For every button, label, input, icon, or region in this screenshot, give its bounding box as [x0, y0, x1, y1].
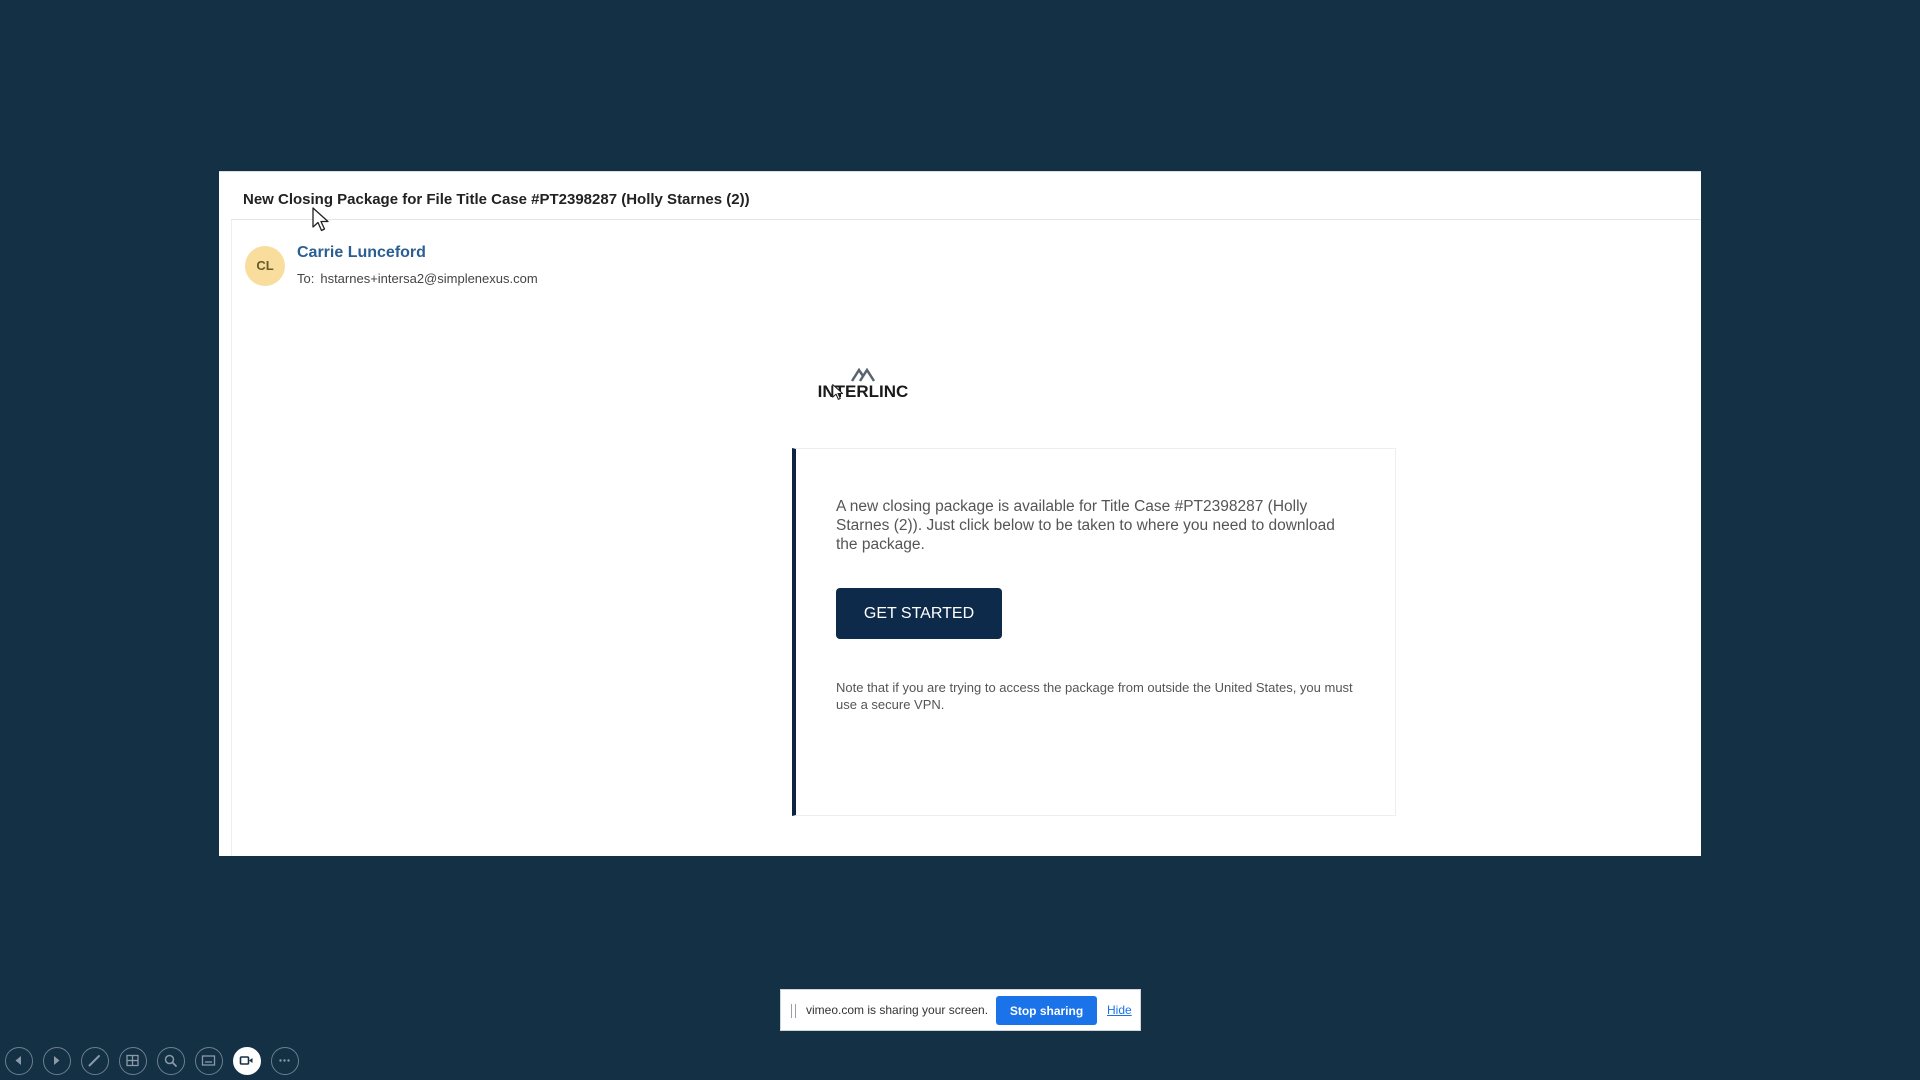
- to-label: To:: [297, 271, 315, 286]
- subject-bar: New Closing Package for File Title Case …: [231, 172, 1701, 220]
- get-started-button[interactable]: GET STARTED: [836, 588, 1002, 639]
- slides-grid-button[interactable]: [119, 1047, 147, 1075]
- email-window: New Closing Package for File Title Case …: [219, 171, 1701, 856]
- camera-button[interactable]: [233, 1047, 261, 1075]
- recipient-address: hstarnes+intersa2@simplenexus.com: [320, 271, 538, 286]
- screen-share-bar: vimeo.com is sharing your screen. Stop s…: [780, 989, 1141, 1031]
- share-message: vimeo.com is sharing your screen.: [806, 1003, 989, 1017]
- slides-grid-icon: [126, 1054, 139, 1067]
- next-button[interactable]: [43, 1047, 71, 1075]
- previous-icon: [15, 1056, 21, 1065]
- drag-handle-icon[interactable]: [791, 1004, 797, 1018]
- hide-link[interactable]: Hide: [1107, 1003, 1132, 1017]
- previous-button[interactable]: [5, 1047, 33, 1075]
- camera-icon: [239, 1056, 253, 1065]
- sender-name[interactable]: Carrie Lunceford: [297, 244, 426, 262]
- divider: [231, 220, 232, 856]
- subtitles-icon: [201, 1055, 216, 1066]
- email-subject: New Closing Package for File Title Case …: [243, 191, 750, 208]
- subtitles-button[interactable]: [195, 1047, 223, 1075]
- zoom-icon: [164, 1054, 177, 1067]
- mountain-peaks-icon: [850, 368, 876, 382]
- presentation-stage: New Closing Package for File Title Case …: [0, 0, 1920, 1080]
- avatar[interactable]: CL: [245, 246, 285, 286]
- message-card: A new closing package is available for T…: [792, 448, 1396, 816]
- message-body: A new closing package is available for T…: [836, 498, 1335, 553]
- brand-logo: INTERLINC: [813, 368, 913, 412]
- zoom-button[interactable]: [157, 1047, 185, 1075]
- stop-sharing-button[interactable]: Stop sharing: [996, 996, 1097, 1025]
- pen-icon: [88, 1055, 100, 1067]
- pen-button[interactable]: [81, 1047, 109, 1075]
- recipient-line: To: hstarnes+intersa2@simplenexus.com: [297, 271, 538, 286]
- logo-wordmark: INTERLINC: [817, 382, 909, 401]
- more-button[interactable]: [271, 1047, 299, 1075]
- more-icon: [279, 1059, 290, 1062]
- vpn-note: Note that if you are trying to access th…: [836, 680, 1353, 712]
- next-icon: [54, 1056, 60, 1065]
